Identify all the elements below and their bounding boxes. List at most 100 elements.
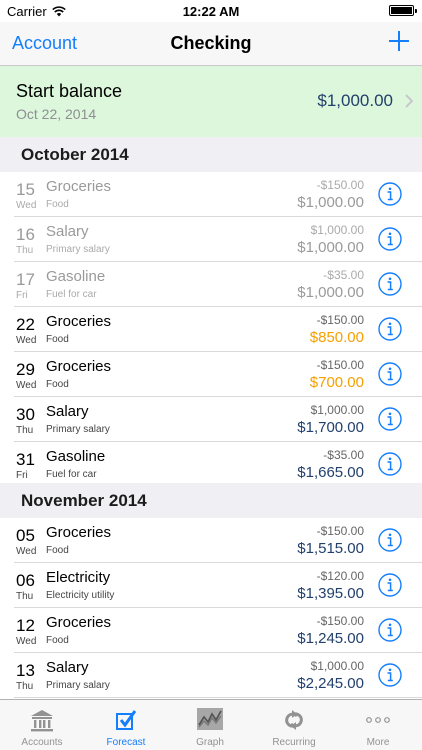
section-title: November 2014 <box>21 491 147 510</box>
tab-forecast[interactable]: Forecast <box>84 700 168 750</box>
row-balance: $1,395.00 <box>297 585 364 602</box>
row-weekday: Thu <box>16 681 34 692</box>
row-amount: -$150.00 <box>316 524 364 538</box>
row-balance: $700.00 <box>309 374 364 391</box>
row-weekday: Fri <box>16 290 28 301</box>
info-icon[interactable] <box>378 407 402 431</box>
row-weekday: Thu <box>16 591 34 602</box>
transaction-row[interactable]: 06 Thu Electricity Electricity utility -… <box>0 563 422 608</box>
transaction-row[interactable]: 30 Thu Salary Primary salary $1,000.00 $… <box>0 397 422 442</box>
add-icon[interactable] <box>386 28 412 54</box>
row-balance: $1,515.00 <box>297 540 364 557</box>
tab-bar: Accounts Forecast Graph Recurring More <box>0 699 422 750</box>
tab-label: Graph <box>196 737 224 748</box>
row-day: 12 <box>16 616 35 635</box>
row-weekday: Wed <box>16 636 37 647</box>
row-amount: -$35.00 <box>323 268 364 282</box>
row-name: Salary <box>46 403 89 420</box>
row-name: Groceries <box>46 313 112 330</box>
row-weekday: Wed <box>16 200 37 211</box>
info-icon[interactable] <box>378 573 402 597</box>
graph-icon <box>197 708 223 730</box>
row-name: Gasoline <box>46 448 106 465</box>
row-day: 16 <box>16 225 35 244</box>
transaction-row[interactable]: 13 Thu Salary Primary salary $1,000.00 $… <box>0 653 422 698</box>
info-icon[interactable] <box>378 227 402 251</box>
row-amount: -$35.00 <box>323 448 364 462</box>
tab-label: More <box>366 737 390 748</box>
transaction-row[interactable]: 22 Wed Groceries Food -$150.00 $850.00 <box>0 307 422 352</box>
row-name: Groceries <box>46 524 112 541</box>
row-weekday: Wed <box>16 335 37 346</box>
chevron-right-icon <box>405 94 413 108</box>
info-icon[interactable] <box>378 452 402 476</box>
row-category: Fuel for car <box>46 469 97 480</box>
tab-label: Recurring <box>272 737 316 748</box>
transaction-row[interactable]: 17 Fri Gasoline Fuel for car -$35.00 $1,… <box>0 262 422 307</box>
row-name: Electricity <box>46 569 111 586</box>
row-amount: -$150.00 <box>316 313 364 327</box>
tab-recurring[interactable]: Recurring <box>252 700 336 750</box>
tab-more[interactable]: More <box>336 700 420 750</box>
row-amount: -$150.00 <box>316 614 364 628</box>
row-balance: $1,245.00 <box>297 630 364 647</box>
row-category: Primary salary <box>46 244 110 255</box>
row-amount: $1,000.00 <box>310 223 364 237</box>
transaction-row[interactable]: 15 Wed Groceries Food -$150.00 $1,000.00 <box>0 172 422 217</box>
row-weekday: Wed <box>16 380 37 391</box>
repeat-icon <box>285 710 303 730</box>
row-category: Food <box>46 199 69 210</box>
info-icon[interactable] <box>378 663 402 687</box>
row-day: 06 <box>16 571 35 590</box>
info-icon[interactable] <box>378 362 402 386</box>
row-category: Food <box>46 635 69 646</box>
info-icon[interactable] <box>378 272 402 296</box>
info-icon[interactable] <box>378 317 402 341</box>
section-header-october: October 2014 <box>0 137 422 172</box>
start-balance-label: Start balance <box>16 81 123 101</box>
row-category: Food <box>46 379 69 390</box>
row-category: Fuel for car <box>46 289 97 300</box>
row-category: Electricity utility <box>46 590 115 601</box>
checkbox-icon <box>116 710 137 730</box>
row-day: 17 <box>16 270 35 289</box>
navigation-bar: Account Checking <box>0 22 422 66</box>
row-name: Groceries <box>46 358 112 375</box>
row-balance: $1,000.00 <box>297 194 364 211</box>
row-category: Food <box>46 545 69 556</box>
row-balance: $1,700.00 <box>297 419 364 436</box>
row-amount: $1,000.00 <box>310 403 364 417</box>
clock: 12:22 AM <box>182 4 240 19</box>
more-icon <box>366 717 390 723</box>
transaction-row[interactable]: 29 Wed Groceries Food -$150.00 $700.00 <box>0 352 422 397</box>
transaction-row[interactable]: 16 Thu Salary Primary salary $1,000.00 $… <box>0 217 422 262</box>
app: Carrier 12:22 AM Account Checking Start … <box>0 0 422 750</box>
transaction-row[interactable]: 31 Fri Gasoline Fuel for car -$35.00 $1,… <box>0 442 422 487</box>
page-title: Checking <box>170 33 252 53</box>
transaction-row[interactable]: 05 Wed Groceries Food -$150.00 $1,515.00 <box>0 518 422 563</box>
row-name: Groceries <box>46 178 112 195</box>
row-name: Salary <box>46 223 89 240</box>
tab-accounts[interactable]: Accounts <box>0 700 84 750</box>
row-name: Gasoline <box>46 268 106 285</box>
row-category: Primary salary <box>46 680 110 691</box>
row-amount: -$150.00 <box>316 178 364 192</box>
row-amount: $1,000.00 <box>310 659 364 673</box>
row-weekday: Thu <box>16 245 34 256</box>
row-day: 22 <box>16 315 35 334</box>
info-icon[interactable] <box>378 618 402 642</box>
start-balance-date: Oct 22, 2014 <box>16 106 97 122</box>
battery-icon <box>389 5 417 16</box>
row-weekday: Wed <box>16 546 37 557</box>
row-amount: -$120.00 <box>316 569 364 583</box>
tab-label: Forecast <box>106 737 146 748</box>
row-category: Primary salary <box>46 424 110 435</box>
row-day: 15 <box>16 180 35 199</box>
info-icon[interactable] <box>378 182 402 206</box>
start-balance-row[interactable]: Start balance Oct 22, 2014 $1,000.00 <box>0 66 422 137</box>
tab-graph[interactable]: Graph <box>168 700 252 750</box>
section-header-november: November 2014 <box>0 483 422 518</box>
row-weekday: Thu <box>16 425 34 436</box>
info-icon[interactable] <box>378 528 402 552</box>
transaction-row[interactable]: 12 Wed Groceries Food -$150.00 $1,245.00 <box>0 608 422 653</box>
